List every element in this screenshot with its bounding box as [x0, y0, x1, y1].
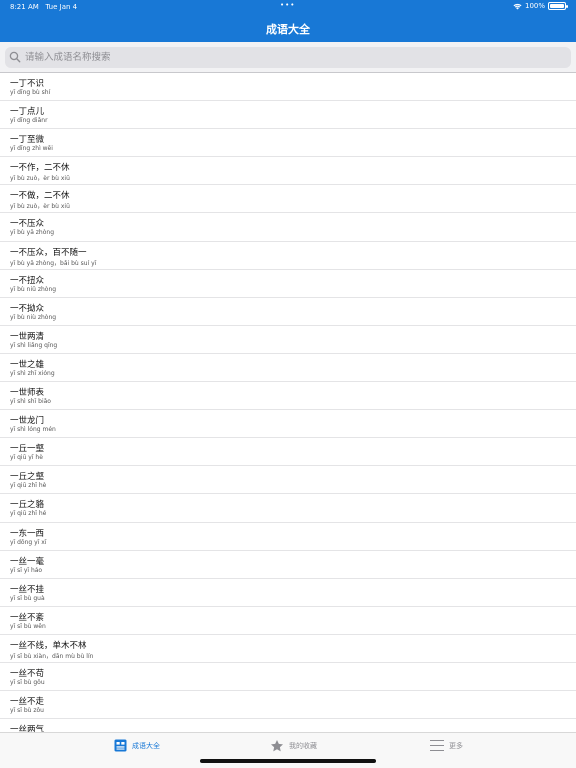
idiom-pinyin: yī dīng bù shí — [10, 89, 51, 96]
idiom-book-icon — [114, 739, 127, 752]
idiom-pinyin: yī shì shī biǎo — [10, 398, 51, 406]
star-icon — [270, 740, 284, 752]
idiom-name: 一丝不苟 — [10, 668, 45, 679]
idiom-pinyin: yī bù zuò，èr bù xiū — [10, 175, 70, 183]
list-item[interactable]: 一丁点儿 yī dīng diǎnr — [0, 101, 576, 130]
idiom-name: 一不作，二不休 — [10, 163, 70, 174]
list-item[interactable]: 一世师表 yī shì shī biǎo — [0, 382, 576, 411]
tab-favorites-label: 我的收藏 — [289, 742, 317, 750]
idiom-pinyin: yī sī bù gǒu — [10, 678, 45, 686]
list-item[interactable]: 一不压众 yī bù yā zhòng — [0, 213, 576, 242]
list-item[interactable]: 一不拗众 yī bù niù zhòng — [0, 298, 576, 326]
idiom-name: 一世龙门 — [10, 416, 45, 427]
idiom-pinyin: yī shì zhī xióng — [10, 369, 55, 377]
idiom-name: 一丘之貉 — [10, 500, 45, 511]
idiom-pinyin: yī qiū yī hè — [10, 454, 43, 462]
idiom-name: 一丝不线，单木不林 — [10, 640, 87, 651]
list-item[interactable]: 一丝不紊 yī sī bù wěn — [0, 607, 576, 635]
idiom-name: 一不压众 — [10, 219, 45, 230]
idiom-pinyin: yī qiū zhī hè — [10, 482, 47, 490]
idiom-name: 一丁点儿 — [10, 107, 45, 118]
idiom-name: 一丝不紊 — [10, 612, 45, 623]
idiom-pinyin: yī bù zuò，èr bù xiū — [10, 203, 70, 211]
idiom-pinyin: yī bù yā zhòng — [10, 229, 55, 237]
idiom-pinyin: yī dīng diǎnr — [10, 117, 48, 125]
idiom-name: 一丝一毫 — [10, 556, 45, 567]
idiom-pinyin: yī sī bù guà — [10, 594, 45, 602]
list-item[interactable]: 一丝不苟 yī sī bù gǒu — [0, 663, 576, 692]
idiom-pinyin: yī qiū zhī hé — [10, 510, 47, 518]
idiom-name: 一不拗众 — [10, 303, 45, 314]
menu-lines-icon — [430, 740, 444, 751]
list-item[interactable]: 一丝不走 yī sī bù zǒu — [0, 691, 576, 720]
idiom-list[interactable]: 一丁不识 yī dīng bù shí 一丁点儿 yī dīng diǎnr 一丁至微 y… — [0, 73, 576, 732]
multitasking-dots-icon[interactable]: ••• — [280, 1, 295, 9]
list-item[interactable]: 一不做，二不休 yī bù zuò，èr bù xiū — [0, 185, 576, 214]
idiom-pinyin: yī shì lóng mén — [10, 426, 56, 434]
status-date: Tue Jan 4 — [45, 3, 78, 11]
idiom-name: 一世师表 — [10, 388, 45, 399]
idiom-pinyin: yī sī yī háo — [10, 566, 43, 574]
status-bar: 8:21 AM Tue Jan 4 ••• 100% — [0, 0, 576, 14]
idiom-name: 一世之雄 — [10, 359, 45, 370]
navigation-bar: 成语大全 — [0, 14, 576, 42]
idiom-name: 一丝不挂 — [10, 584, 45, 595]
home-indicator — [200, 759, 376, 763]
page-title: 成语大全 — [266, 23, 310, 36]
idiom-name: 一世两清 — [10, 331, 45, 342]
idiom-pinyin: yī sī bù wěn — [10, 622, 46, 630]
idiom-name: 一丘一壑 — [10, 444, 45, 455]
idiom-pinyin: yī sī bù xiàn，dān mù bù lín — [10, 652, 94, 660]
idiom-name: 一丝不走 — [10, 697, 45, 708]
idiom-pinyin: yī bù niù zhòng — [10, 313, 57, 321]
list-item[interactable]: 一世两清 yī shì liǎng qīng — [0, 326, 576, 354]
list-item[interactable]: 一丝两气 — [0, 719, 576, 732]
idiom-pinyin: yī shì liǎng qīng — [10, 341, 58, 349]
battery-percent: 100% — [524, 2, 545, 10]
idiom-pinyin: yī dīng zhì wēi — [10, 145, 53, 153]
idiom-name: 一不扭众 — [10, 275, 45, 286]
battery-icon — [548, 2, 568, 10]
idiom-pinyin: yī dōng yī xī — [10, 538, 47, 546]
wifi-icon — [513, 3, 522, 9]
tab-more[interactable]: 更多 — [430, 739, 463, 752]
list-item[interactable]: 一丘一壑 yī qiū yī hè — [0, 438, 576, 467]
battery-fill — [550, 4, 564, 8]
list-item[interactable]: 一丁不识 yī dīng bù shí — [0, 73, 576, 102]
idiom-pinyin: yī bù niǔ zhòng — [10, 285, 57, 293]
idiom-name: 一不做，二不休 — [10, 191, 70, 202]
idiom-pinyin: yī sī bù zǒu — [10, 707, 44, 715]
search-bar — [0, 42, 576, 73]
search-field[interactable] — [5, 47, 571, 68]
status-right: 100% — [513, 2, 568, 10]
search-input[interactable] — [25, 49, 545, 66]
idiom-name: 一丝两气 — [10, 725, 45, 732]
list-item[interactable]: 一不扭众 yī bù niǔ zhòng — [0, 270, 576, 298]
list-item[interactable]: 一丘之壑 yī qiū zhī hè — [0, 466, 576, 495]
idiom-name: 一不压众，百不随一 — [10, 247, 87, 258]
idiom-name: 一丁不识 — [10, 79, 45, 89]
list-item[interactable]: 一不作，二不休 yī bù zuò，èr bù xiū — [0, 157, 576, 186]
list-item[interactable]: 一东一西 yī dōng yī xī — [0, 523, 576, 551]
search-icon — [9, 51, 21, 63]
list-item[interactable]: 一不压众，百不随一 yī bù yā zhòng，bǎi bù suí yī — [0, 242, 576, 270]
idiom-pinyin: yī bù yā zhòng，bǎi bù suí yī — [10, 259, 97, 267]
list-item[interactable]: 一丝一毫 yī sī yī háo — [0, 551, 576, 579]
list-item[interactable]: 一世之雄 yī shì zhī xióng — [0, 354, 576, 383]
tab-more-label: 更多 — [449, 741, 463, 750]
list-item[interactable]: 一丘之貉 yī qiū zhī hé — [0, 494, 576, 523]
list-item[interactable]: 一丁至微 yī dīng zhì wēi — [0, 129, 576, 158]
status-time: 8:21 AM Tue Jan 4 — [10, 3, 78, 11]
idiom-name: 一丘之壑 — [10, 472, 45, 483]
tab-idioms-label: 成语大全 — [132, 741, 160, 750]
list-item[interactable]: 一世龙门 yī shì lóng mén — [0, 410, 576, 439]
idiom-name: 一东一西 — [10, 528, 45, 539]
idiom-name: 一丁至微 — [10, 135, 45, 146]
list-item[interactable]: 一丝不挂 yī sī bù guà — [0, 579, 576, 607]
tab-favorites[interactable]: 我的收藏 — [270, 739, 317, 753]
tab-idioms[interactable]: 成语大全 — [114, 739, 160, 752]
list-item[interactable]: 一丝不线，单木不林 yī sī bù xiàn，dān mù bù lín — [0, 635, 576, 663]
